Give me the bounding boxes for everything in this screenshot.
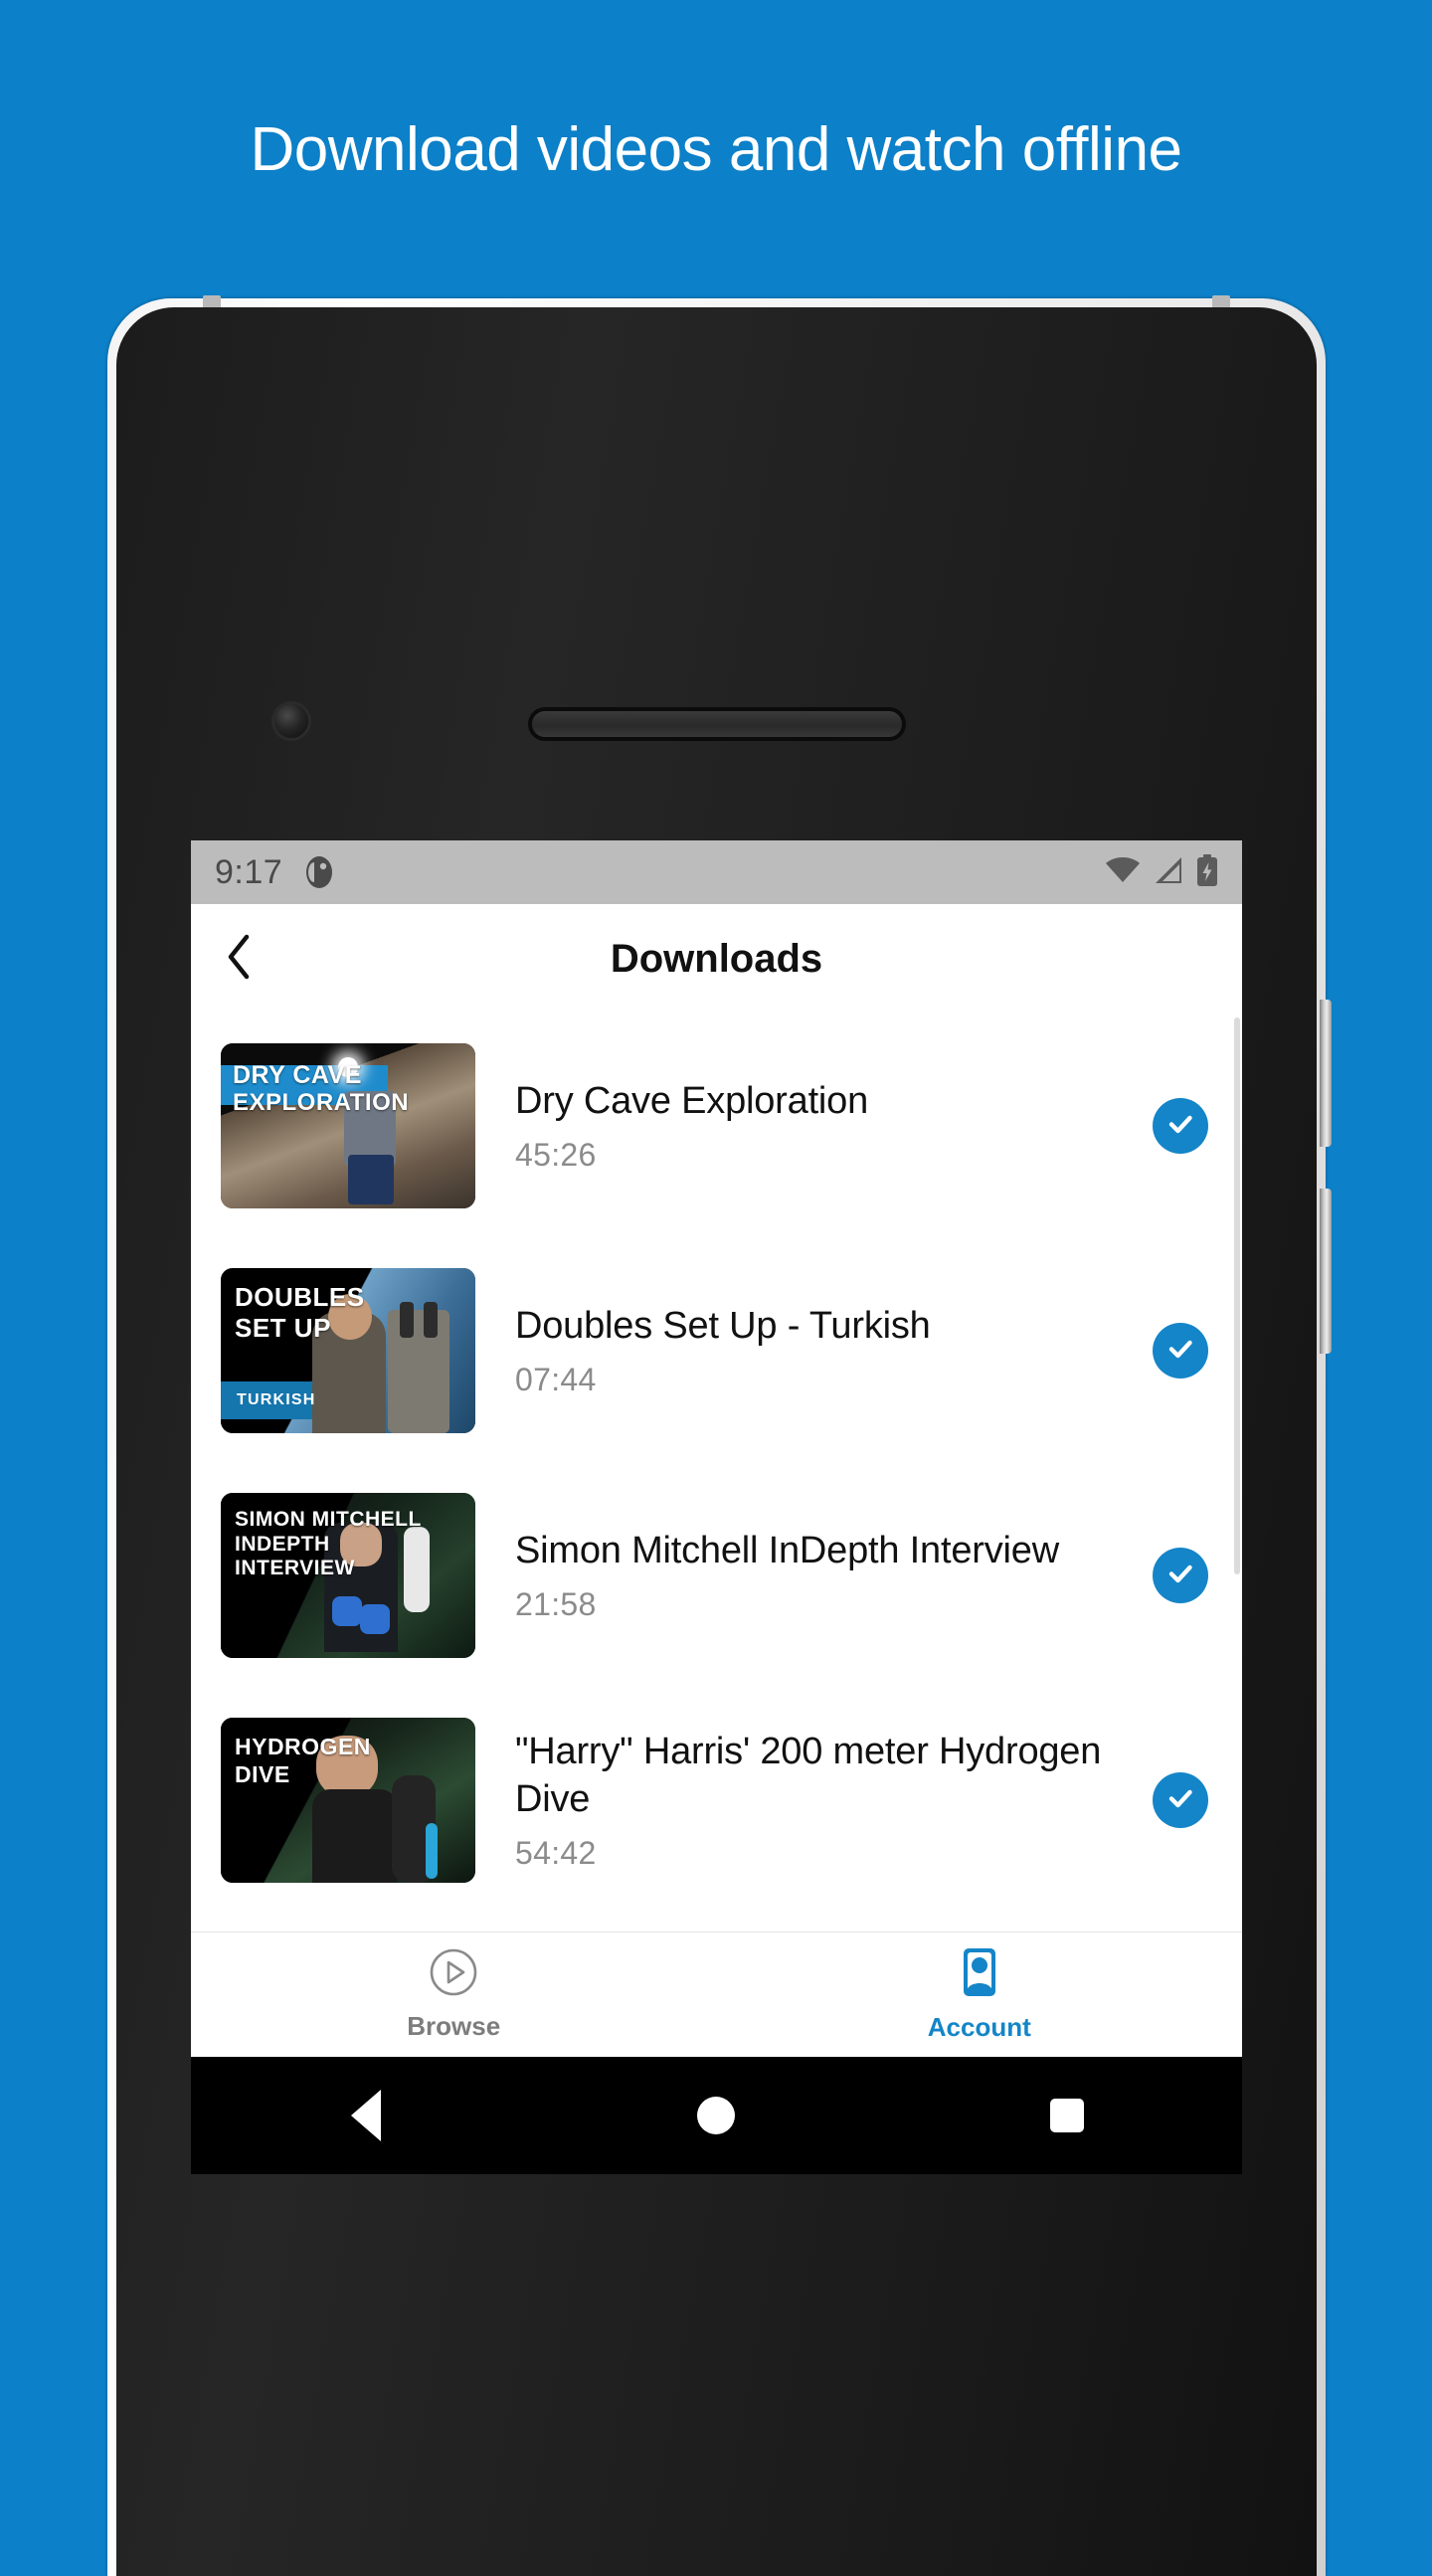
app-bar-title: Downloads: [610, 936, 823, 981]
status-bar: 9:17: [191, 840, 1242, 904]
bottom-tab-bar: Browse Account: [191, 1932, 1242, 2057]
circle-home-icon: [697, 2097, 736, 2134]
tab-account-label: Account: [927, 2012, 1031, 2042]
download-meta: "Harry" Harris' 200 meter Hydrogen Dive …: [475, 1729, 1153, 1873]
android-recents-button[interactable]: [1007, 2057, 1127, 2174]
scrollbar[interactable]: [1234, 1017, 1240, 1574]
video-thumbnail: SIMON MITCHELL INDEPTH INTERVIEW: [221, 1493, 475, 1658]
thumbnail-line-1: DOUBLES: [235, 1282, 365, 1312]
front-camera-icon: [274, 704, 308, 738]
download-duration: 21:58: [515, 1586, 597, 1623]
android-home-button[interactable]: [656, 2057, 776, 2174]
download-item[interactable]: HYDROGEN DIVE "Harry" Harris' 200 meter …: [191, 1688, 1242, 1913]
power-button[interactable]: [1320, 1189, 1332, 1354]
status-bar-icons: [1105, 853, 1218, 891]
notification-dot-icon: [304, 852, 338, 892]
play-circle-icon: [429, 1947, 478, 2002]
volume-button[interactable]: [1320, 1000, 1332, 1147]
download-complete-badge[interactable]: [1153, 1548, 1208, 1603]
download-complete-badge[interactable]: [1153, 1323, 1208, 1379]
download-complete-badge[interactable]: [1153, 1772, 1208, 1828]
download-duration: 07:44: [515, 1362, 597, 1398]
phone-mockup: 9:17 Downloads DRY CAVE EXPLORATION Dry …: [107, 295, 1332, 2576]
thumbnail-line-1: HYDROGEN: [235, 1734, 371, 1759]
thumbnail-line-3: INTERVIEW: [235, 1557, 355, 1580]
battery-charging-icon: [1196, 853, 1218, 891]
tab-browse-label: Browse: [407, 2011, 501, 2041]
thumbnail-line-1: SIMON MITCHELL: [235, 1508, 422, 1531]
tab-browse[interactable]: Browse: [191, 1932, 717, 2057]
back-button[interactable]: [191, 904, 286, 1013]
android-back-button[interactable]: [306, 2057, 426, 2174]
download-complete-badge[interactable]: [1153, 1098, 1208, 1154]
check-circle-icon: [1164, 1781, 1197, 1820]
video-thumbnail: DOUBLES SET UP TURKISH: [221, 1268, 475, 1433]
thumbnail-line-2: DIVE: [235, 1760, 290, 1787]
thumbnail-line-2: EXPLORATION: [233, 1088, 410, 1116]
download-item[interactable]: DOUBLES SET UP TURKISH Doubles Set Up - …: [191, 1238, 1242, 1463]
download-meta: Simon Mitchell InDepth Interview 21:58: [475, 1528, 1153, 1624]
check-circle-icon: [1164, 1332, 1197, 1371]
download-title: Dry Cave Exploration: [515, 1079, 869, 1122]
video-thumbnail: HYDROGEN DIVE: [221, 1718, 475, 1883]
download-item[interactable]: SIMON MITCHELL INDEPTH INTERVIEW Simon M…: [191, 1463, 1242, 1688]
tab-account[interactable]: Account: [717, 1932, 1243, 2057]
cellular-signal-icon: [1154, 856, 1183, 889]
thumbnail-line-2: SET UP: [235, 1312, 331, 1343]
thumbnail-language-label: TURKISH: [237, 1391, 316, 1408]
check-circle-icon: [1164, 1107, 1197, 1146]
check-circle-icon: [1164, 1557, 1197, 1595]
phone-screen: 9:17 Downloads DRY CAVE EXPLORATION Dry …: [191, 840, 1242, 2057]
download-duration: 54:42: [515, 1835, 597, 1872]
download-item[interactable]: DRY CAVE EXPLORATION Dry Cave Exploratio…: [191, 1013, 1242, 1238]
download-duration: 45:26: [515, 1137, 597, 1174]
app-bar: Downloads: [191, 904, 1242, 1013]
download-title: "Harry" Harris' 200 meter Hydrogen Dive: [515, 1730, 1102, 1820]
page-title: Download videos and watch offline: [250, 114, 1182, 184]
download-meta: Dry Cave Exploration 45:26: [475, 1078, 1153, 1175]
wifi-icon: [1105, 856, 1141, 889]
downloads-list: DRY CAVE EXPLORATION Dry Cave Exploratio…: [191, 1013, 1242, 2057]
thumbnail-line-2: INDEPTH: [235, 1532, 330, 1556]
download-title: Doubles Set Up - Turkish: [515, 1304, 931, 1347]
earpiece-speaker: [531, 711, 902, 737]
chevron-left-icon: [226, 934, 252, 985]
android-nav-bar: [191, 2057, 1242, 2174]
triangle-back-icon: [351, 2090, 382, 2141]
contact-card-icon: [958, 1946, 1001, 2003]
download-title: Simon Mitchell InDepth Interview: [515, 1529, 1059, 1571]
square-recents-icon: [1049, 2099, 1084, 2132]
thumbnail-line-1: DRY CAVE: [233, 1061, 362, 1089]
video-thumbnail: DRY CAVE EXPLORATION: [221, 1043, 475, 1208]
download-meta: Doubles Set Up - Turkish 07:44: [475, 1303, 1153, 1399]
status-bar-time: 9:17: [215, 852, 283, 891]
